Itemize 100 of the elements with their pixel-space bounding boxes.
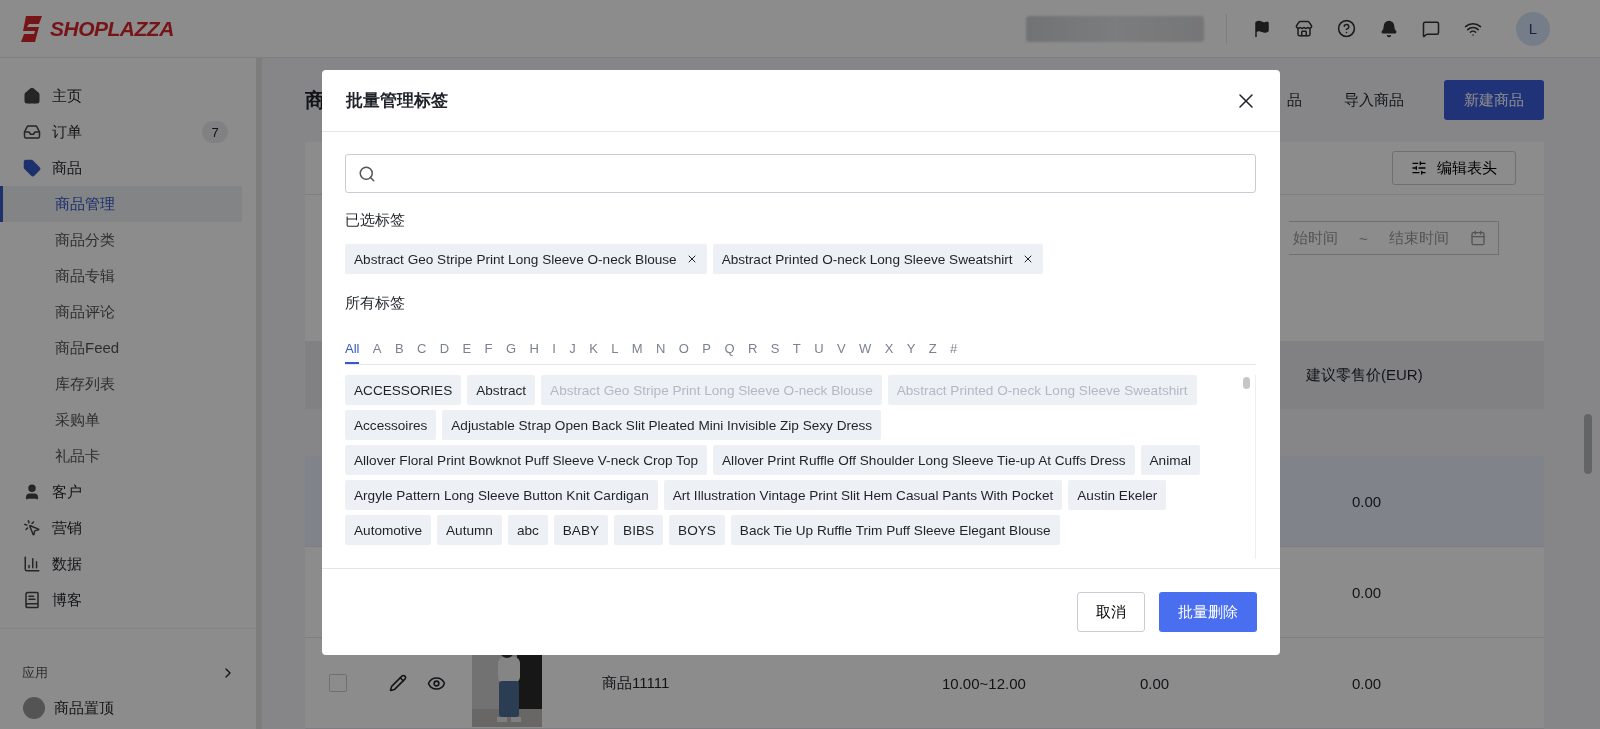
logo-icon — [20, 15, 44, 42]
letter-tab[interactable]: R — [747, 341, 758, 364]
tag-chip[interactable]: Allover Floral Print Bowknot Puff Sleeve V-neck Crop Top — [345, 445, 708, 475]
table-cell-text: 0.00 — [1140, 674, 1171, 692]
header-link[interactable]: 导入商品 — [1344, 90, 1404, 110]
flag-icon[interactable] — [1253, 19, 1271, 38]
scrollbar-thumb[interactable] — [1584, 414, 1592, 474]
help-icon[interactable] — [1337, 19, 1356, 38]
letter-tab[interactable]: B — [394, 341, 404, 364]
letter-tab[interactable]: C — [416, 341, 427, 364]
tag-chip[interactable]: Accessoires — [345, 410, 437, 440]
dialog-title: 批量管理标签 — [346, 90, 448, 112]
search-field[interactable] — [345, 154, 1256, 193]
tag-icon — [23, 159, 41, 177]
section-label: 所有标签 — [345, 294, 406, 313]
letter-tab[interactable]: T — [792, 341, 801, 364]
tag-chip[interactable]: Art Illustration Vintage Print Slit Hem Casual Pants With Pocket — [663, 480, 1063, 510]
count-badge: 7 — [202, 121, 228, 143]
delete-button[interactable]: 批量删除 — [1159, 592, 1257, 632]
store-icon[interactable] — [1295, 19, 1313, 38]
person-icon — [23, 483, 41, 501]
nav-item[interactable]: 博客 — [0, 582, 242, 618]
inbox-icon — [23, 123, 41, 141]
letter-tab[interactable]: All — [345, 341, 360, 364]
tag-chip[interactable]: Adjustable Strap Open Back Slit Pleated Mini Invisible Zip Sexy Dress — [442, 410, 882, 440]
nav-subitem[interactable]: 商品专辑 — [0, 258, 242, 294]
letter-tab[interactable]: S — [770, 341, 780, 364]
tag-chip[interactable]: Autumn — [437, 515, 502, 545]
letter-tab[interactable]: K — [589, 341, 598, 364]
tag-chip[interactable]: Abstract — [467, 375, 536, 405]
table-cell-text: 0.00 — [1352, 583, 1383, 601]
letter-tab[interactable]: # — [950, 341, 958, 364]
tag-chip[interactable]: BABY — [553, 515, 609, 545]
letter-tab[interactable]: D — [439, 341, 450, 364]
section-heading: 应用 — [22, 663, 48, 682]
letter-tab[interactable]: U — [814, 341, 824, 364]
tag-chip[interactable]: Austin Ekeler — [1068, 480, 1167, 510]
selected-tag: Abstract Printed O-neck Long Sleeve Sweatshirt — [712, 244, 1043, 274]
table-cell-text: 0.00 — [1352, 492, 1383, 510]
section-label: 已选标签 — [345, 211, 406, 230]
nav-item[interactable]: 订单 7 — [0, 114, 242, 150]
logo: SHOPLAZZA — [50, 16, 174, 41]
letter-tab[interactable]: G — [505, 341, 517, 364]
scrollbar-thumb[interactable] — [1243, 377, 1250, 389]
column-header: 建议零售价(EUR) — [1306, 365, 1423, 385]
edit-icon[interactable] — [389, 674, 407, 692]
letter-tab[interactable]: Z — [928, 341, 937, 364]
nav-item[interactable]: 客户 — [0, 474, 242, 510]
table-cell-text: 0.00 — [1352, 674, 1383, 692]
tag-chip[interactable]: Back Tie Up Ruffle Trim Puff Sleeve Elegant Blouse — [730, 515, 1060, 545]
pointer-icon — [23, 519, 41, 537]
app-icon — [23, 697, 45, 719]
calendar-icon — [1470, 230, 1486, 246]
nav-subitem[interactable]: 礼品卡 — [0, 438, 242, 474]
tag-chip[interactable]: Allover Print Ruffle Off Shoulder Long Sleeve Tie-up At Cuffs Dress — [713, 445, 1135, 475]
search-icon — [358, 164, 376, 183]
tag-chip[interactable]: abc — [507, 515, 548, 545]
tag-chip[interactable]: Animal — [1140, 445, 1201, 475]
avatar[interactable]: L — [1516, 11, 1550, 46]
letter-tab[interactable]: A — [372, 341, 382, 364]
edit-columns-button[interactable]: 编辑表头 — [1392, 151, 1516, 185]
letter-tab[interactable]: E — [462, 341, 472, 364]
row-checkbox[interactable] — [329, 674, 347, 692]
bell-icon[interactable] — [1380, 19, 1398, 38]
chat-icon[interactable] — [1422, 19, 1440, 38]
new-product-button[interactable]: 新建商品 — [1444, 80, 1544, 120]
letter-tab[interactable]: H — [529, 341, 539, 364]
letter-tab[interactable]: Y — [906, 341, 916, 364]
letter-tab[interactable]: N — [656, 341, 666, 364]
nav-item[interactable]: 主页 — [0, 78, 242, 114]
header-link[interactable]: 品 — [1287, 90, 1302, 110]
table-cell-text: 商品11111 — [602, 673, 671, 693]
bar-chart-icon — [23, 555, 41, 573]
letter-tab[interactable]: V — [836, 341, 846, 364]
letter-tab[interactable]: O — [678, 341, 689, 364]
nav-subitem[interactable]: 商品评论 — [0, 294, 242, 330]
nav-subitem[interactable]: 采购单 — [0, 402, 242, 438]
tag-chip[interactable]: ACCESSORIES — [345, 375, 462, 405]
letter-tab[interactable]: W — [858, 341, 872, 364]
cancel-button[interactable]: 取消 — [1077, 592, 1145, 632]
nav-subitem[interactable]: 库存列表 — [0, 366, 242, 402]
tag-chip[interactable]: BIBS — [614, 515, 664, 545]
sliders-icon — [1411, 160, 1427, 176]
letter-tab[interactable]: F — [484, 341, 493, 364]
tag-chip[interactable]: Automotive — [345, 515, 431, 545]
nav-item[interactable]: 商品 — [0, 150, 242, 186]
nav-item[interactable]: 数据 — [0, 546, 242, 582]
nav-subitem[interactable]: 商品Feed — [0, 330, 242, 366]
nav-subitem[interactable]: 商品分类 — [0, 222, 242, 258]
letter-tab[interactable]: X — [884, 341, 894, 364]
letter-tab[interactable]: P — [702, 341, 712, 364]
letter-tab[interactable]: Q — [724, 341, 735, 364]
nav-item[interactable]: 营销 — [0, 510, 242, 546]
letter-tab[interactable]: J — [569, 341, 576, 364]
app-item[interactable]: 商品置顶 — [0, 690, 242, 726]
nav-subitem[interactable]: 商品管理 — [0, 186, 242, 222]
tag-chip[interactable]: Argyle Pattern Long Sleeve Button Knit Cardigan — [345, 480, 658, 510]
tag-chip[interactable]: BOYS — [669, 515, 725, 545]
letter-tab[interactable]: M — [631, 341, 643, 364]
letter-tab[interactable]: L — [611, 341, 619, 364]
